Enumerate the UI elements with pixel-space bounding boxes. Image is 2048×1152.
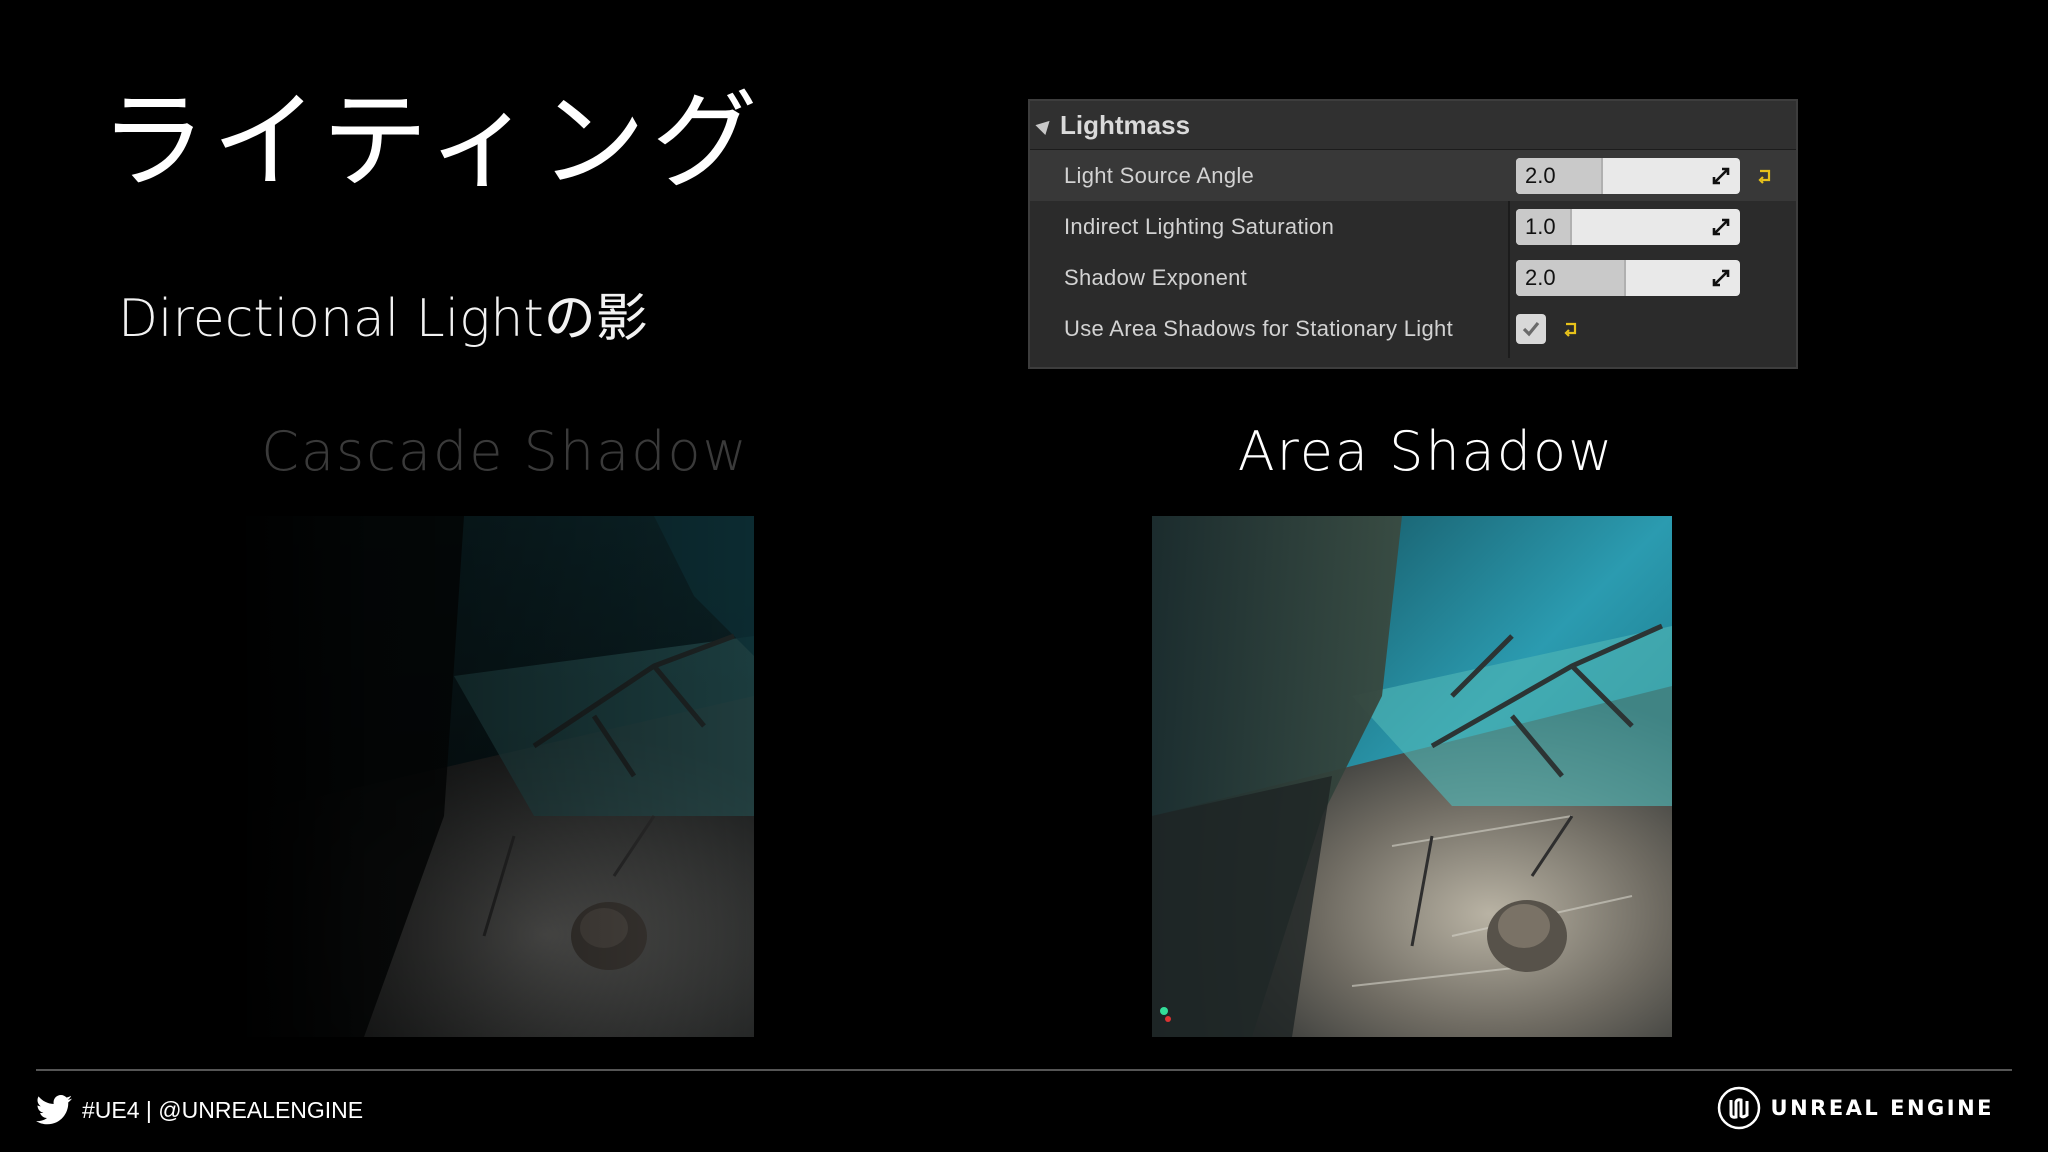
brand-wordmark: UNREAL ENGINE (1770, 1096, 1994, 1120)
spinbox-value: 2.0 (1525, 264, 1556, 290)
property-label: Light Source Angle (1064, 162, 1255, 188)
properties-list: Light Source Angle 2.0 Indirect Lighting… (1030, 150, 1796, 358)
property-row-shadow-exponent: Shadow Exponent 2.0 (1030, 252, 1796, 303)
lightmass-section-header[interactable]: Lightmass (1030, 101, 1796, 150)
reset-to-default-icon[interactable] (1562, 320, 1580, 338)
slide-subtitle: Directional Lightの影 (118, 289, 648, 349)
reset-to-default-icon[interactable] (1756, 167, 1774, 185)
light-source-angle-spinbox[interactable]: 2.0 (1516, 157, 1740, 194)
collapse-triangle-icon[interactable] (1035, 115, 1055, 135)
cascade-shadow-render (234, 516, 754, 1037)
property-label: Indirect Lighting Saturation (1064, 213, 1335, 239)
footer-social: #UE4 | @UNREALENGINE (36, 1092, 363, 1128)
expand-arrows-icon (1712, 218, 1730, 235)
section-title: Lightmass (1060, 109, 1191, 140)
cascade-shadow-caption: Cascade Shadow (261, 420, 749, 483)
spinbox-value: 2.0 (1525, 162, 1556, 188)
indirect-lighting-saturation-spinbox[interactable]: 1.0 (1516, 208, 1740, 245)
use-area-shadows-checkbox[interactable] (1516, 313, 1546, 344)
twitter-bird-icon (36, 1095, 72, 1125)
spinbox-value: 1.0 (1525, 213, 1556, 239)
property-row-indirect-lighting-saturation: Indirect Lighting Saturation 1.0 (1030, 201, 1796, 252)
footer-divider (36, 1069, 2012, 1071)
shadow-exponent-spinbox[interactable]: 2.0 (1516, 259, 1740, 296)
property-label: Shadow Exponent (1064, 264, 1248, 290)
slide-title: ライティング (100, 80, 764, 203)
expand-arrows-icon (1712, 167, 1730, 184)
social-handle: #UE4 | @UNREALENGINE (82, 1096, 364, 1123)
area-shadow-render (1152, 516, 1672, 1037)
property-label: Use Area Shadows for Stationary Light (1064, 315, 1453, 341)
lightmass-details-panel: Lightmass Light Source Angle 2.0 Indirec… (1028, 99, 1798, 369)
expand-arrows-icon (1712, 269, 1730, 286)
property-row-light-source-angle: Light Source Angle 2.0 (1030, 150, 1796, 201)
checkmark-icon (1522, 321, 1540, 336)
property-row-use-area-shadows: Use Area Shadows for Stationary Light (1030, 303, 1796, 354)
area-shadow-caption: Area Shadow (1237, 420, 1615, 483)
unreal-engine-logo-icon (1717, 1086, 1760, 1130)
footer-brand: UNREAL ENGINE (1717, 1086, 1994, 1130)
